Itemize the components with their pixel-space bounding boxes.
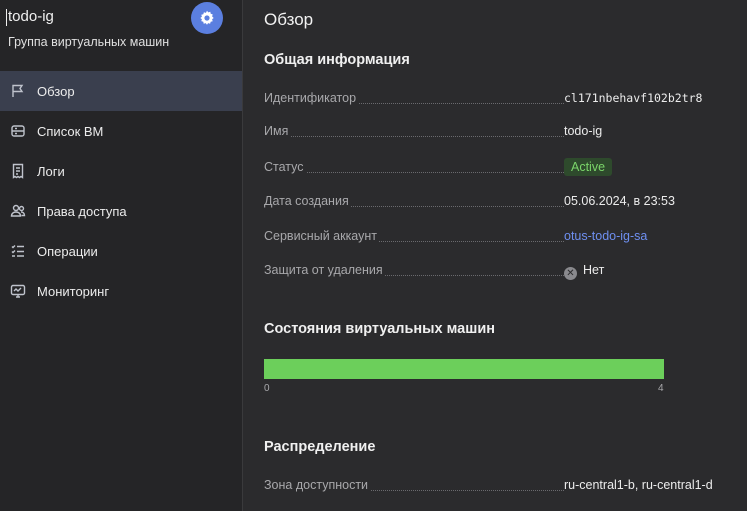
info-row-status: Статус Active bbox=[264, 158, 724, 178]
monitor-chart-icon bbox=[9, 282, 27, 300]
sidebar-item-label: Мониторинг bbox=[37, 283, 110, 299]
info-value-id[interactable]: cl171nbehavf102b2tr8 bbox=[564, 91, 702, 105]
sidebar-item-vm-list[interactable]: Список ВМ bbox=[0, 111, 242, 151]
status-badge: Active bbox=[564, 158, 613, 176]
vm-states-min-label: 0 bbox=[264, 383, 270, 394]
sidebar: todo-ig Группа виртуальных машин Обзор С… bbox=[0, 0, 243, 511]
gear-icon bbox=[200, 10, 214, 25]
sidebar-item-operations[interactable]: Операции bbox=[0, 231, 242, 271]
instance-group-name: todo-ig bbox=[8, 8, 54, 25]
list-check-icon bbox=[9, 242, 27, 260]
section-title-vm-states: Состояния виртуальных машин bbox=[264, 321, 496, 337]
text-caret bbox=[6, 9, 7, 26]
instance-group-title: todo-ig bbox=[6, 8, 54, 26]
sidebar-item-label: Логи bbox=[37, 163, 65, 179]
info-label: Сервисный аккаунт bbox=[264, 229, 380, 243]
info-row-service-account: Сервисный аккаунт otus-todo-ig-sa bbox=[264, 229, 724, 247]
info-value-status: Active bbox=[564, 158, 613, 176]
info-label: Статус bbox=[264, 160, 306, 174]
leader-dots bbox=[264, 136, 564, 137]
info-label: Защита от удаления bbox=[264, 263, 385, 277]
info-value-deletion-protection: ✕ Нет bbox=[564, 263, 604, 280]
info-row-name: Имя todo-ig bbox=[264, 124, 724, 142]
settings-button[interactable] bbox=[191, 2, 223, 34]
info-label: Зона доступности bbox=[264, 478, 371, 492]
info-row-id: Идентификатор cl171nbehavf102b2tr8 bbox=[264, 91, 724, 109]
info-value-name: todo-ig bbox=[564, 124, 603, 138]
section-title-general: Общая информация bbox=[264, 52, 410, 68]
sidebar-item-overview[interactable]: Обзор bbox=[0, 71, 242, 111]
main-content: Обзор Общая информация Идентификатор cl1… bbox=[244, 0, 747, 511]
vm-states-bar[interactable] bbox=[264, 359, 664, 379]
section-title-distribution: Распределение bbox=[264, 439, 376, 455]
info-value-created: 05.06.2024, в 23:53 bbox=[564, 194, 675, 208]
sidebar-nav: Обзор Список ВМ Логи Права доступа Опера… bbox=[0, 71, 242, 311]
sidebar-item-label: Права доступа bbox=[37, 203, 127, 219]
info-label: Идентификатор bbox=[264, 91, 359, 105]
sidebar-item-access-rights[interactable]: Права доступа bbox=[0, 191, 242, 231]
info-row-deletion-protection: Защита от удаления ✕ Нет bbox=[264, 263, 724, 281]
sidebar-item-monitoring[interactable]: Мониторинг bbox=[0, 271, 242, 311]
receipt-icon bbox=[9, 162, 27, 180]
sidebar-item-label: Список ВМ bbox=[37, 123, 104, 139]
info-value-zone: ru-central1-b, ru-central1-d bbox=[564, 478, 713, 492]
vm-states-bar-fill bbox=[264, 359, 664, 379]
sidebar-item-logs[interactable]: Логи bbox=[0, 151, 242, 191]
leader-dots bbox=[264, 172, 564, 173]
sidebar-item-label: Операции bbox=[37, 243, 98, 259]
info-row-created: Дата создания 05.06.2024, в 23:53 bbox=[264, 194, 724, 212]
service-account-link[interactable]: otus-todo-ig-sa bbox=[564, 229, 647, 243]
close-circle-icon: ✕ bbox=[564, 267, 577, 280]
sidebar-item-label: Обзор bbox=[37, 83, 75, 99]
flag-icon bbox=[9, 82, 27, 100]
deletion-protection-text: Нет bbox=[583, 263, 605, 277]
info-label: Имя bbox=[264, 124, 291, 138]
page-title: Обзор bbox=[264, 10, 314, 29]
users-icon bbox=[9, 202, 27, 220]
vm-states-max-label: 4 bbox=[658, 383, 664, 394]
server-list-icon bbox=[9, 122, 27, 140]
instance-group-subtitle: Группа виртуальных машин bbox=[8, 35, 170, 49]
info-row-zone: Зона доступности ru-central1-b, ru-centr… bbox=[264, 478, 724, 496]
info-label: Дата создания bbox=[264, 194, 351, 208]
